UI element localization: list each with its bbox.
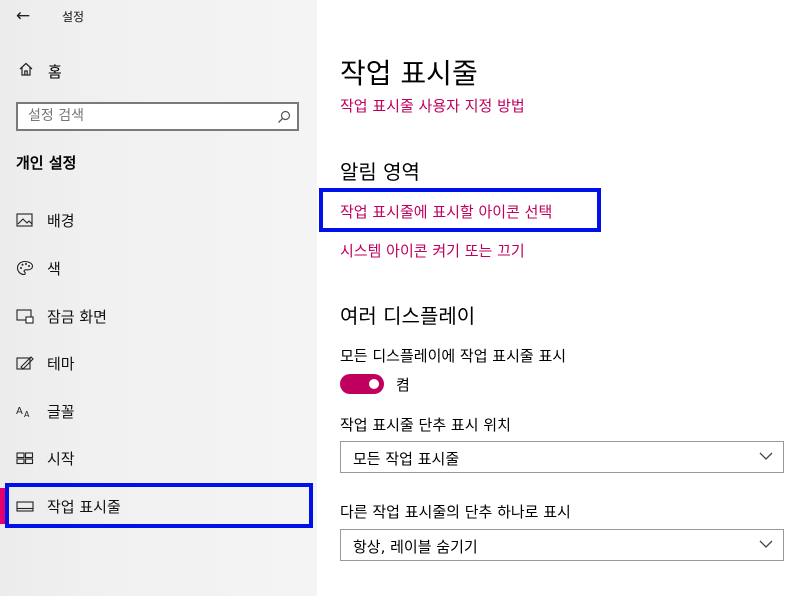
sidebar-item-label: 색 [47,260,61,278]
svg-text:A: A [24,410,30,419]
active-indicator [0,488,5,524]
sidebar-item-label: 테마 [47,355,75,373]
system-icons-link[interactable]: 시스템 아이콘 켜기 또는 끄기 [340,240,525,261]
font-icon: A A [16,406,30,419]
sidebar-item-background[interactable]: 배경 [8,200,308,240]
chevron-down-icon [759,540,773,548]
app-title: 설정 [62,10,85,24]
search-icon[interactable] [277,110,291,124]
sidebar-item-label: 글꼴 [47,403,75,421]
image-icon [16,213,33,227]
svg-text:A: A [16,406,23,417]
sidebar-item-start[interactable]: 시작 [8,438,308,478]
title-bar: ← 설정 [0,0,317,32]
section-title: 개인 설정 [16,154,77,172]
dropdown-value: 항상, 레이블 숨기기 [353,538,478,556]
sidebar-item-color[interactable]: 색 [8,248,308,288]
toggle-state-text: 켬 [396,376,410,394]
combine-buttons-label: 다른 작업 표시줄의 단추 하나로 표시 [340,503,571,521]
sidebar-item-lock-screen[interactable]: 잠금 화면 [8,296,308,336]
back-arrow-icon: ← [15,6,31,26]
select-taskbar-icons-link[interactable]: 작업 표시줄에 표시할 아이콘 선택 [340,201,552,222]
start-icon [16,452,34,465]
customize-taskbar-link[interactable]: 작업 표시줄 사용자 지정 방법 [340,95,525,116]
sidebar-item-label: 시작 [47,450,75,468]
sidebar-item-themes[interactable]: 테마 [8,343,308,383]
sidebar-item-label: 배경 [47,212,75,230]
buttons-location-dropdown[interactable]: 모든 작업 표시줄 [340,441,784,473]
show-on-all-displays-label: 모든 디스플레이에 작업 표시줄 표시 [340,347,567,365]
sidebar-item-home[interactable]: 홈 [8,56,308,86]
home-icon [19,62,33,76]
dropdown-value: 모든 작업 표시줄 [353,450,460,468]
search-box[interactable] [16,102,299,131]
back-button[interactable]: ← [8,2,38,30]
combine-buttons-dropdown[interactable]: 항상, 레이블 숨기기 [340,529,784,561]
page-title: 작업 표시줄 [340,57,478,90]
notification-area-heading: 알림 영역 [340,160,420,184]
multiple-displays-heading: 여러 디스플레이 [340,304,476,328]
sidebar-item-label: 홈 [48,63,62,81]
taskbar-icon [16,501,34,512]
toggle-knob [369,379,379,389]
sidebar-item-fonts[interactable]: A A 글꼴 [8,391,308,431]
sidebar-item-taskbar[interactable]: 작업 표시줄 [8,486,308,526]
palette-icon [16,260,34,276]
buttons-location-label: 작업 표시줄 단추 표시 위치 [340,416,511,434]
theme-icon [16,356,34,370]
chevron-down-icon [759,452,773,460]
show-on-all-displays-toggle[interactable] [340,374,384,394]
lock-screen-icon [16,309,34,324]
settings-sidebar: ← 설정 홈 개인 설정 배경 색 잠 [0,0,317,596]
search-input[interactable] [28,108,268,124]
sidebar-item-label: 작업 표시줄 [47,498,121,516]
sidebar-item-label: 잠금 화면 [47,308,107,326]
